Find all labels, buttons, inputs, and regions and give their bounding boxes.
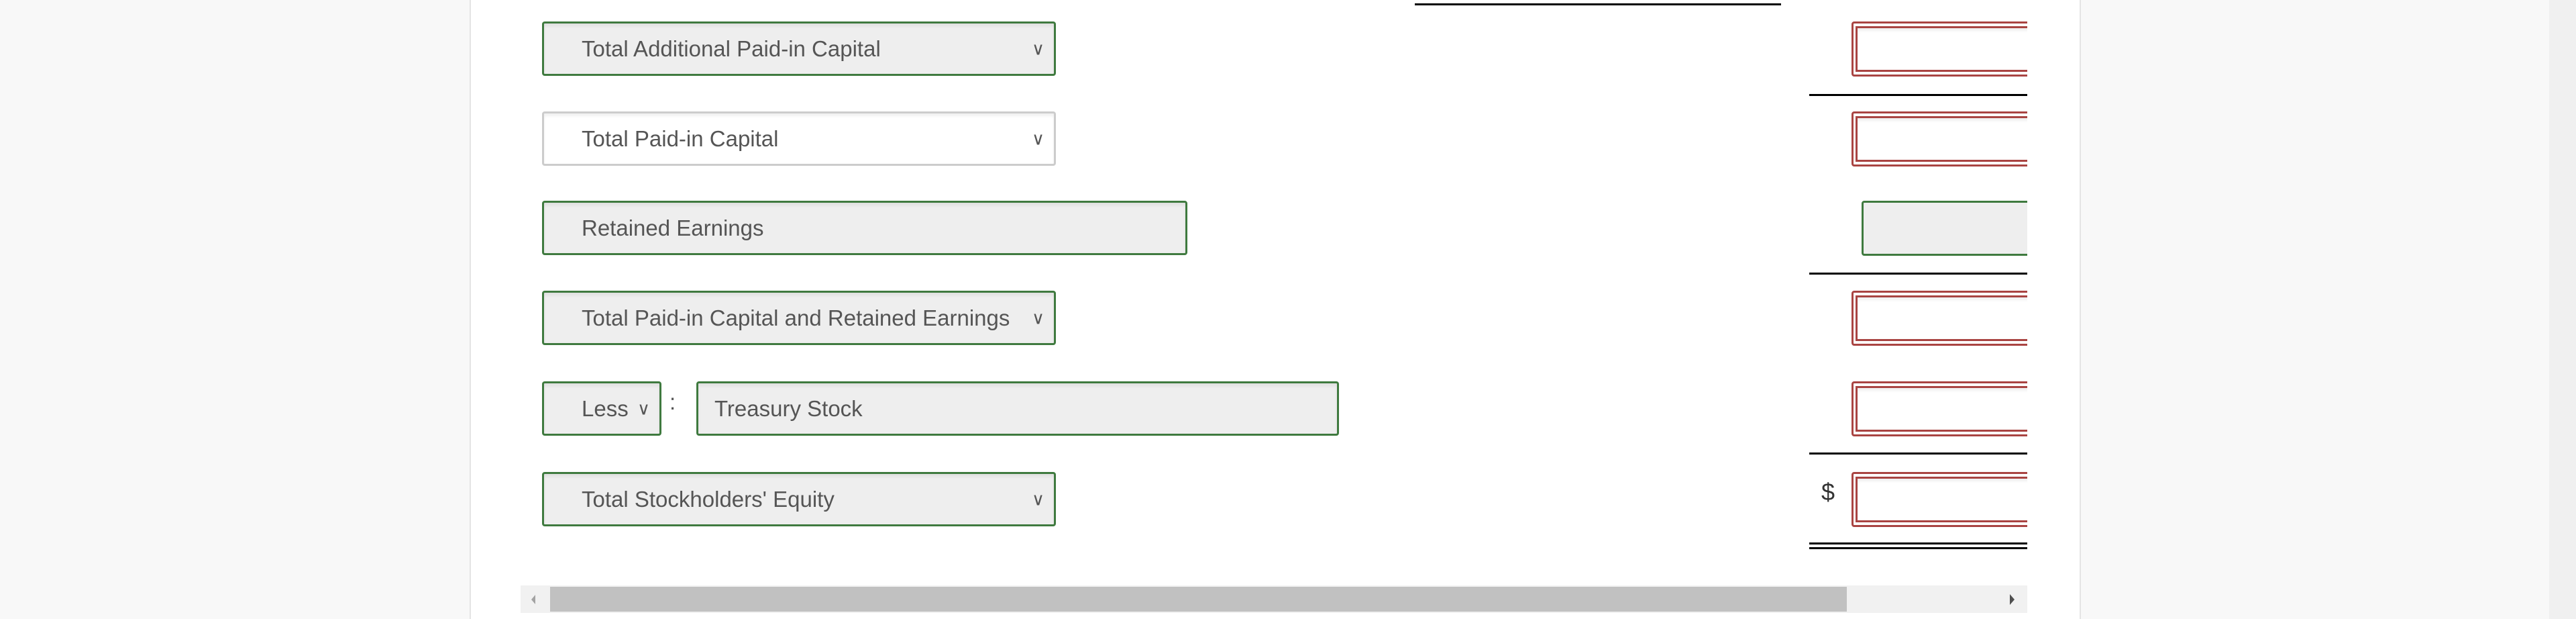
- select-value: Less: [582, 395, 629, 421]
- select-value: Total Additional Paid-in Capital: [582, 36, 881, 61]
- separator: :: [669, 389, 676, 414]
- double-underline: [1809, 542, 2027, 544]
- amount-input[interactable]: [1851, 291, 2027, 346]
- select-value: Total Paid-in Capital: [582, 126, 779, 151]
- row-label-input[interactable]: Retained Earnings: [542, 201, 1187, 255]
- triangle-right-icon[interactable]: [2010, 594, 2015, 605]
- row-label-select[interactable]: Total Additional Paid-in Capital ∨: [542, 21, 1056, 76]
- scrollbar-thumb[interactable]: [550, 587, 1847, 612]
- horizontal-scrollbar[interactable]: [521, 585, 2027, 613]
- chevron-down-icon: ∨: [1031, 307, 1044, 328]
- row-label-select[interactable]: Total Stockholders' Equity ∨: [542, 472, 1056, 526]
- underline: [1415, 3, 1781, 5]
- amount-column: $: [1805, 0, 2027, 577]
- amount-input[interactable]: [1851, 472, 2027, 527]
- chevron-down-icon: ∨: [1031, 128, 1044, 148]
- triangle-left-icon[interactable]: [531, 595, 535, 604]
- input-value: Retained Earnings: [582, 215, 764, 240]
- less-select[interactable]: Less ∨: [542, 381, 661, 436]
- chevron-down-icon: ∨: [637, 398, 650, 418]
- chevron-down-icon: ∨: [1031, 489, 1044, 509]
- underline: [1809, 273, 2027, 275]
- double-underline: [1809, 547, 2027, 549]
- underline: [1809, 453, 2027, 455]
- amount-input[interactable]: [1851, 111, 2027, 166]
- row-label-select[interactable]: Total Paid-in Capital ∨: [542, 111, 1056, 166]
- row-label-input[interactable]: Treasury Stock: [696, 381, 1339, 436]
- select-value: Total Stockholders' Equity: [582, 486, 835, 512]
- select-value: Total Paid-in Capital and Retained Earni…: [582, 305, 1010, 330]
- amount-input[interactable]: [1851, 381, 2027, 436]
- amount-input[interactable]: [1851, 21, 2027, 77]
- amount-input[interactable]: [1862, 201, 2027, 256]
- chevron-down-icon: ∨: [1031, 38, 1044, 58]
- row-label-select[interactable]: Total Paid-in Capital and Retained Earni…: [542, 291, 1056, 345]
- page-scrollbar[interactable]: [2549, 0, 2576, 619]
- input-value: Treasury Stock: [714, 395, 863, 421]
- underline: [1809, 94, 2027, 96]
- currency-symbol: $: [1821, 478, 1835, 506]
